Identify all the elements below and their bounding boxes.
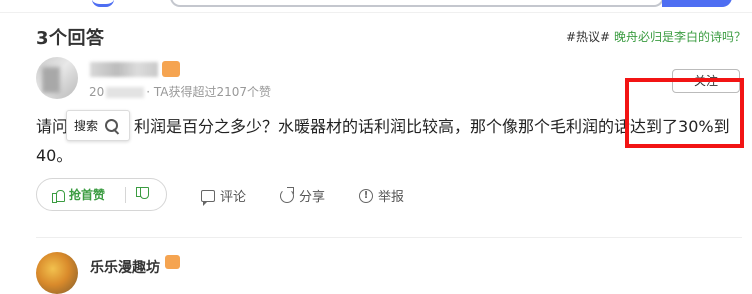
upvote-label: 抢首赞 — [69, 188, 106, 202]
search-popup-label[interactable]: 搜索 — [74, 117, 98, 134]
report-label: 举报 — [378, 190, 405, 205]
answer-date: 20 — [89, 85, 105, 99]
hot-topic[interactable]: #热议# 晚舟必归是李白的诗吗？ — [566, 28, 746, 45]
search-icon[interactable] — [104, 118, 120, 134]
search-selection-popup[interactable]: 搜索 — [66, 110, 130, 141]
vote-separator — [125, 187, 126, 203]
header-divider — [0, 12, 752, 13]
vote-group: 抢首赞 — [36, 178, 167, 211]
share-icon — [280, 186, 294, 203]
answer-text-start: 请问 — [36, 117, 69, 136]
answer-meta: 20 · TA获得超过2107个赞 — [89, 83, 271, 100]
like-total: · TA获得超过2107个赞 — [146, 85, 272, 99]
report-icon: ! — [359, 188, 373, 203]
meta-blurred — [106, 87, 145, 98]
username-blurred[interactable] — [90, 62, 158, 77]
share-label: 分享 — [299, 190, 326, 205]
comment-label: 评论 — [220, 190, 247, 205]
user-badge-icon — [162, 61, 180, 77]
comment-icon — [201, 189, 215, 206]
hot-topic-link[interactable]: 晚舟必归是李白的诗吗？ — [614, 30, 746, 44]
answers-count: 3个回答 — [36, 28, 105, 49]
report-button[interactable]: ! 举报 — [359, 186, 404, 205]
upvote-button[interactable]: 抢首赞 — [51, 186, 105, 203]
thumb-up-icon — [51, 188, 65, 203]
avatar[interactable] — [36, 57, 78, 99]
comment-button[interactable]: 评论 — [201, 186, 247, 206]
next-user-badge-icon — [165, 255, 180, 269]
next-answer-avatar[interactable] — [36, 252, 78, 294]
search-input[interactable] — [170, 0, 664, 7]
hot-topic-tag: #热议# — [566, 30, 611, 44]
search-button[interactable] — [662, 0, 732, 7]
highlight-annotation-box — [625, 78, 744, 148]
share-button[interactable]: 分享 — [280, 186, 325, 205]
answer-divider — [36, 237, 742, 238]
next-answer-username[interactable]: 乐乐漫趣坊 — [90, 257, 160, 277]
